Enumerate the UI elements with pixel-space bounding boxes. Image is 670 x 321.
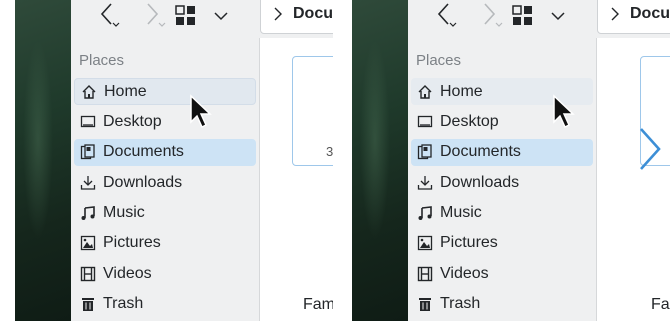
videos-icon bbox=[416, 265, 434, 283]
place-label: Home bbox=[104, 82, 147, 100]
place-label: Trash bbox=[440, 295, 481, 313]
toolbar: Docu bbox=[71, 0, 333, 39]
file-item-name[interactable]: Fam bbox=[303, 296, 333, 314]
expand-arrow-icon bbox=[640, 128, 661, 170]
documents-icon bbox=[79, 143, 97, 161]
place-videos[interactable]: Videos bbox=[411, 260, 593, 287]
place-label: Downloads bbox=[440, 173, 520, 191]
desktop-wallpaper bbox=[15, 0, 71, 321]
mouse-cursor-icon bbox=[553, 94, 575, 129]
location-bar[interactable]: Docu bbox=[597, 0, 670, 34]
file-item-card[interactable] bbox=[640, 56, 670, 170]
location-bar[interactable]: Docu bbox=[260, 0, 333, 34]
view-menu-button[interactable] bbox=[548, 0, 568, 32]
music-icon bbox=[79, 204, 97, 222]
places-sidebar: Places Home Desktop Documents Downloads … bbox=[71, 38, 260, 321]
pictures-icon bbox=[79, 234, 97, 252]
dolphin-window-after: Docu Places Home Desktop Documents Downl… bbox=[352, 0, 670, 321]
file-view: Fa bbox=[597, 38, 670, 321]
place-label: Music bbox=[440, 204, 482, 222]
music-icon bbox=[416, 204, 434, 222]
place-pictures[interactable]: Pictures bbox=[74, 230, 256, 257]
icons-view-icon bbox=[175, 5, 195, 25]
mouse-cursor-icon bbox=[190, 94, 212, 129]
place-label: Downloads bbox=[103, 173, 183, 191]
place-home[interactable]: Home bbox=[74, 78, 256, 105]
place-trash[interactable]: Trash bbox=[74, 291, 256, 318]
chevron-down-icon bbox=[214, 12, 228, 21]
place-label: Pictures bbox=[440, 234, 498, 252]
view-mode-button[interactable] bbox=[174, 0, 198, 32]
pictures-icon bbox=[416, 234, 434, 252]
downloads-icon bbox=[79, 174, 97, 192]
breadcrumb-current[interactable]: Docu bbox=[630, 5, 670, 23]
view-mode-button[interactable] bbox=[511, 0, 535, 32]
places-heading: Places bbox=[79, 52, 125, 69]
downloads-icon bbox=[416, 174, 434, 192]
file-item-label: 3 bbox=[326, 144, 333, 159]
trash-icon bbox=[416, 295, 434, 313]
chevron-down-icon bbox=[551, 12, 565, 21]
place-music[interactable]: Music bbox=[74, 200, 256, 227]
places-heading: Places bbox=[416, 52, 462, 69]
place-label: Documents bbox=[103, 143, 184, 161]
file-item-name[interactable]: Fa bbox=[651, 296, 670, 314]
documents-icon bbox=[416, 143, 434, 161]
place-desktop[interactable]: Desktop bbox=[74, 108, 256, 135]
toolbar: Docu bbox=[408, 0, 670, 39]
place-label: Desktop bbox=[440, 112, 499, 130]
place-videos[interactable]: Videos bbox=[74, 260, 256, 287]
trash-icon bbox=[79, 295, 97, 313]
desktop-icon bbox=[79, 113, 97, 131]
place-label: Trash bbox=[103, 295, 144, 313]
place-label: Desktop bbox=[103, 112, 162, 130]
back-arrow-icon bbox=[437, 3, 457, 27]
place-label: Videos bbox=[440, 264, 489, 282]
places-sidebar: Places Home Desktop Documents Downloads … bbox=[408, 38, 597, 321]
forward-button[interactable] bbox=[474, 0, 506, 32]
place-label: Videos bbox=[103, 264, 152, 282]
place-documents[interactable]: Documents bbox=[74, 138, 256, 166]
view-menu-button[interactable] bbox=[211, 0, 231, 32]
home-icon bbox=[416, 83, 434, 101]
forward-arrow-icon bbox=[484, 3, 503, 27]
home-icon bbox=[80, 83, 98, 101]
breadcrumb-current[interactable]: Docu bbox=[293, 5, 333, 23]
place-downloads[interactable]: Downloads bbox=[411, 169, 593, 196]
forward-arrow-icon bbox=[147, 3, 166, 27]
videos-icon bbox=[79, 265, 97, 283]
place-downloads[interactable]: Downloads bbox=[74, 169, 256, 196]
back-arrow-icon bbox=[100, 3, 120, 27]
back-button[interactable] bbox=[430, 0, 462, 32]
place-label: Pictures bbox=[103, 234, 161, 252]
dolphin-window-before: Docu Places Home Desktop Documents Downl… bbox=[15, 0, 333, 321]
desktop-icon bbox=[416, 113, 434, 131]
desktop-wallpaper bbox=[352, 0, 408, 321]
forward-button[interactable] bbox=[137, 0, 169, 32]
place-label: Home bbox=[440, 82, 483, 100]
place-pictures[interactable]: Pictures bbox=[411, 230, 593, 257]
icons-view-icon bbox=[512, 5, 532, 25]
place-label: Music bbox=[103, 204, 145, 222]
breadcrumb-chevron-icon bbox=[274, 7, 282, 21]
breadcrumb-chevron-icon bbox=[611, 7, 619, 21]
place-label: Documents bbox=[440, 143, 521, 161]
place-trash[interactable]: Trash bbox=[411, 291, 593, 318]
place-music[interactable]: Music bbox=[411, 200, 593, 227]
place-documents[interactable]: Documents bbox=[411, 138, 593, 166]
back-button[interactable] bbox=[93, 0, 125, 32]
file-view: 3 Fam bbox=[260, 38, 333, 321]
